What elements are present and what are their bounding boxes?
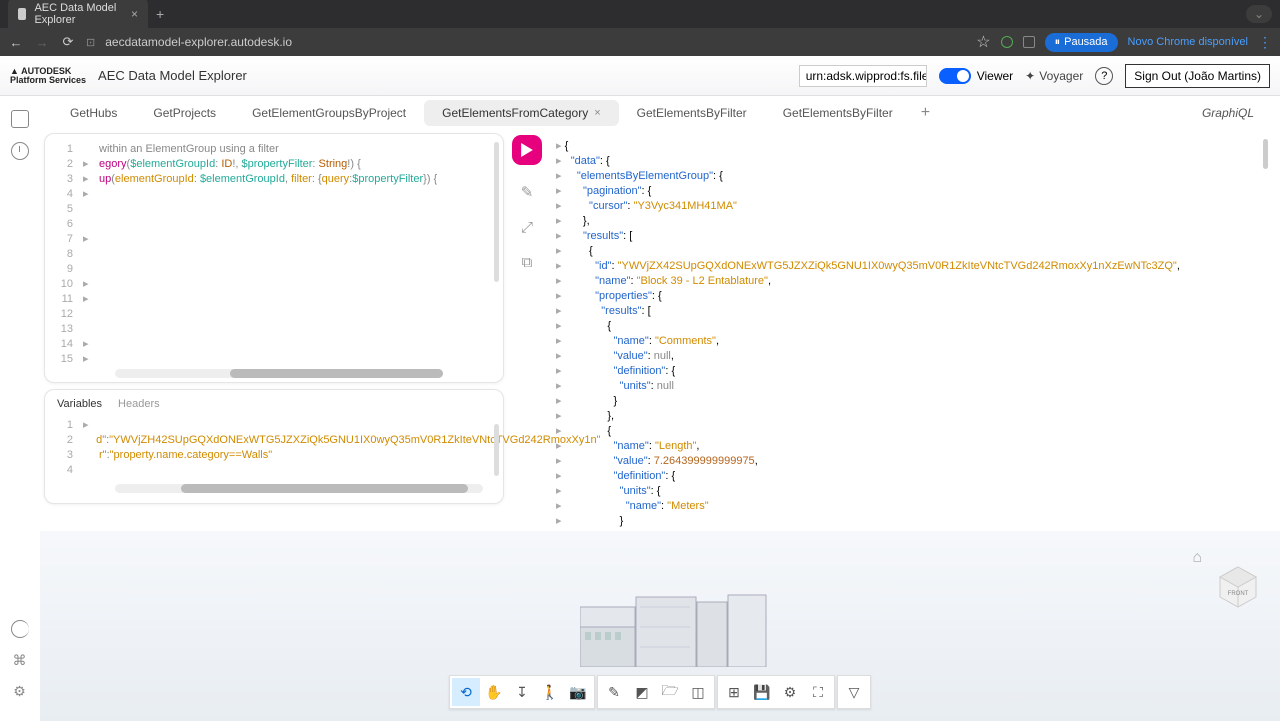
app-title: AEC Data Model Explorer [98, 68, 247, 83]
add-tab-button[interactable]: + [911, 104, 940, 122]
prettify-icon[interactable]: ✎ [521, 183, 534, 201]
address-bar[interactable]: aecdatamodel-explorer.autodesk.io [105, 35, 605, 49]
browser-menu-icon[interactable]: ⋮ [1258, 34, 1272, 51]
orbit-tool[interactable]: ⟲ [452, 678, 480, 706]
voyager-icon: ✦ [1025, 69, 1035, 83]
close-icon[interactable]: × [131, 7, 138, 21]
viewer-3d[interactable]: ⌂ FRONT [40, 531, 1280, 721]
walk-tool[interactable]: 🚶 [536, 678, 564, 706]
history-icon[interactable] [11, 142, 29, 160]
zoom-tool[interactable]: ↧ [508, 678, 536, 706]
measure-tool[interactable]: ✎ [600, 678, 628, 706]
variables-panel[interactable]: Variables Headers 1▸2 d":"YWVjZH42SUpGQX… [44, 389, 504, 504]
viewcube[interactable]: FRONT [1214, 563, 1262, 611]
urn-input[interactable]: urn:adsk.wipprod:fs.file [799, 65, 927, 87]
voyager-button[interactable]: ✦ Voyager [1025, 69, 1083, 83]
fullscreen-tool[interactable]: ⛶ [804, 678, 832, 706]
tab-title: AEC Data Model Explorer [34, 2, 123, 26]
copy-icon[interactable]: ⧉ [522, 254, 533, 271]
query-tab[interactable]: GetElementsFromCategory× [424, 100, 619, 126]
window-expand-icon[interactable]: ⌄ [1246, 5, 1272, 23]
extensions-menu-icon[interactable] [1023, 36, 1035, 48]
result-scrollbar[interactable] [1263, 139, 1268, 169]
graphiql-brand: GraphiQL [1202, 106, 1268, 120]
explode-tool[interactable]: 🗁 [656, 678, 684, 706]
viewer-toggle[interactable]: Viewer [939, 68, 1013, 84]
pan-tool[interactable]: ✋ [480, 678, 508, 706]
left-rail: ⌘ ⚙ [0, 96, 40, 720]
app-header: ▲ AUTODESK Platform Services AEC Data Mo… [0, 56, 1280, 96]
refresh-icon[interactable] [11, 620, 29, 638]
home-icon[interactable]: ⌂ [1192, 549, 1202, 567]
query-tab[interactable]: GetElementsByFilter [619, 100, 765, 126]
toggle-switch[interactable] [939, 68, 971, 84]
properties-tool[interactable]: ⊞ [720, 678, 748, 706]
pause-chip[interactable]: ⏸Pausada [1045, 33, 1118, 52]
query-tab[interactable]: GetProjects [135, 100, 234, 126]
viewer-toolbar: ⟲ ✋ ↧ 🚶 📷 ✎ ◩ 🗁 ◫ ⊞ 💾 ⚙ ⛶ [449, 675, 871, 709]
settings-icon[interactable]: ⚙ [13, 683, 26, 700]
close-tab-icon[interactable]: × [594, 107, 600, 119]
reload-button[interactable]: ⟳ [60, 34, 76, 50]
tab-headers[interactable]: Headers [118, 398, 160, 410]
gear-tool[interactable]: ⚙ [776, 678, 804, 706]
section-tool[interactable]: ◩ [628, 678, 656, 706]
bookmark-icon[interactable]: ☆ [976, 32, 990, 52]
new-tab-button[interactable]: + [156, 6, 164, 22]
vars-scrollbar[interactable] [494, 424, 499, 476]
help-icon[interactable]: ? [1095, 67, 1113, 85]
result-panel[interactable]: ▸ {▸ "data": {▸ "elementsByElementGroup"… [550, 133, 1270, 529]
tab-variables[interactable]: Variables [57, 398, 102, 410]
run-button[interactable] [512, 135, 542, 165]
keyboard-icon[interactable]: ⌘ [13, 652, 27, 669]
model-browser[interactable]: ◫ [684, 678, 712, 706]
camera-tool[interactable]: 📷 [564, 678, 592, 706]
query-tab[interactable]: GetElementGroupsByProject [234, 100, 424, 126]
signout-button[interactable]: Sign Out (João Martins) [1125, 64, 1270, 88]
settings-tool[interactable]: 💾 [748, 678, 776, 706]
forward-button[interactable]: → [34, 35, 50, 50]
docs-icon[interactable] [11, 110, 29, 128]
favicon-icon [18, 8, 26, 20]
query-tabs: GetHubsGetProjectsGetElementGroupsByProj… [40, 96, 1280, 127]
extension-icon[interactable] [1001, 36, 1013, 48]
site-info-icon[interactable]: ⊡ [86, 36, 95, 49]
back-button[interactable]: ← [8, 35, 24, 50]
building-model[interactable] [580, 587, 770, 667]
query-tab[interactable]: GetHubs [52, 100, 135, 126]
query-tab[interactable]: GetElementsByFilter [765, 100, 911, 126]
query-editor[interactable]: 1 within an ElementGroup using a filter2… [44, 133, 504, 383]
autodesk-logo: ▲ AUTODESK Platform Services [10, 67, 86, 85]
browser-chrome: AEC Data Model Explorer × + ⌄ ← → ⟳ ⊡ ae… [0, 0, 1280, 56]
svg-text:FRONT: FRONT [1228, 591, 1249, 597]
filter-tool[interactable]: ▽ [840, 678, 868, 706]
chrome-update-label[interactable]: Novo Chrome disponível [1128, 36, 1248, 48]
browser-tab[interactable]: AEC Data Model Explorer × [8, 0, 148, 30]
editor-scrollbar[interactable] [494, 142, 499, 282]
merge-icon[interactable]: ⤢ [521, 219, 533, 236]
